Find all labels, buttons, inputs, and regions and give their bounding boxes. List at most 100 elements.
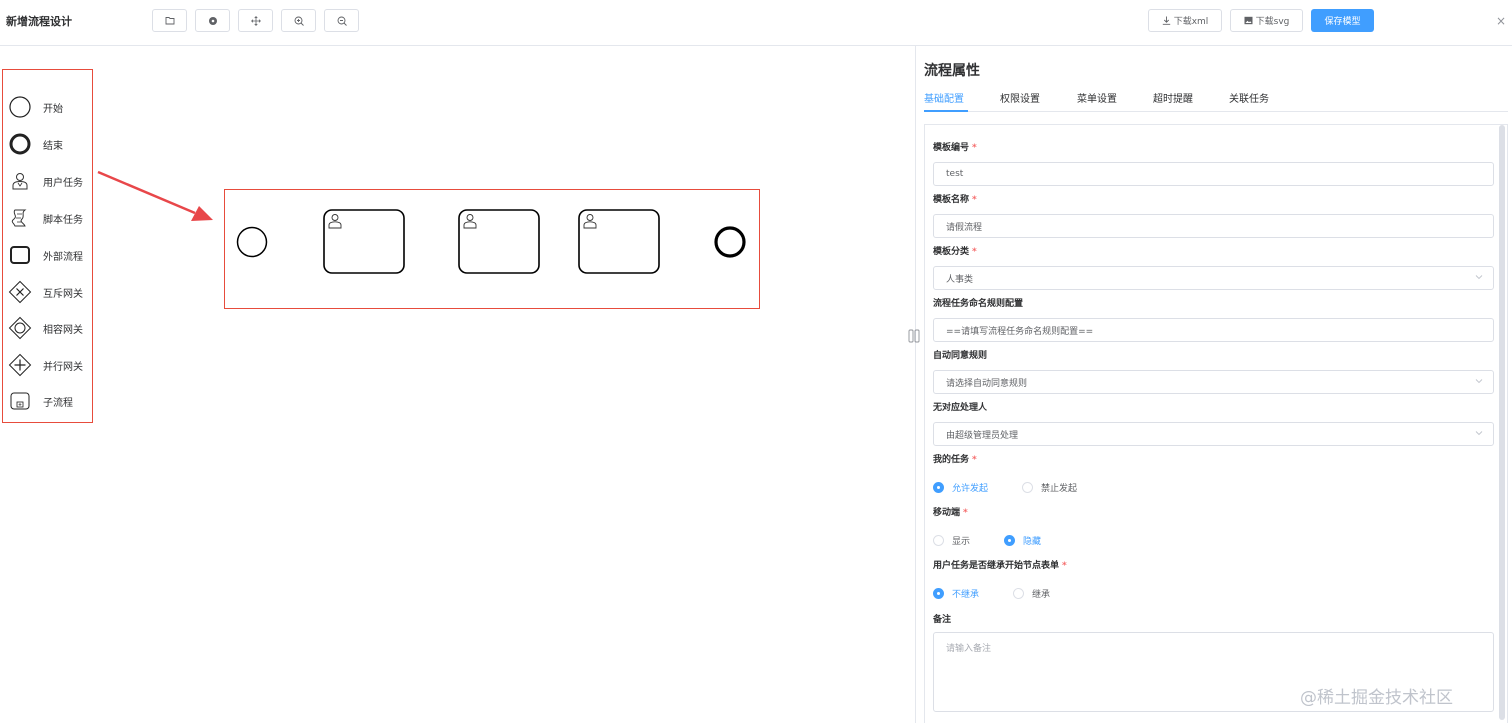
palette-item-label: 结束: [43, 140, 63, 152]
field-label-no-handler: 无对应处理人: [933, 403, 988, 413]
image-icon: [1244, 16, 1253, 25]
tab-basic-config[interactable]: 基础配置: [924, 90, 964, 105]
download-icon: [1162, 16, 1170, 25]
field-label-template-code: 模板编号 *: [933, 143, 977, 153]
field-label-inherit-form: 用户任务是否继承开始节点表单 *: [933, 561, 1067, 571]
subprocess-icon: [7, 388, 33, 414]
field-label-my-task: 我的任务 *: [933, 455, 977, 465]
palette-item-inclusive-gateway[interactable]: 相容网关: [7, 315, 91, 341]
chevron-down-icon: [1475, 431, 1483, 436]
palette-item-external-process[interactable]: 外部流程: [7, 242, 91, 268]
radio-not-inherit[interactable]: 不继承: [933, 587, 979, 600]
inherit-form-radio-group: 不继承 继承: [933, 587, 1084, 600]
radio-allow-launch[interactable]: 允许发起: [933, 481, 988, 494]
mobile-radio-group: 显示 隐藏: [933, 534, 1075, 547]
field-label-naming-rule: 流程任务命名规则配置: [933, 299, 1024, 309]
property-form: 模板编号 * test 模板名称 * 请假流程 模板分类 * 人事类 流程任务命名规则…: [924, 124, 1508, 723]
external-process-icon: [7, 242, 33, 268]
radio-show[interactable]: 显示: [933, 534, 970, 547]
watermark: @稀土掘金技术社区: [1300, 688, 1453, 708]
radio-inherit[interactable]: 继承: [1013, 587, 1050, 600]
open-file-button[interactable]: [152, 9, 187, 32]
chevron-down-icon: [1475, 379, 1483, 384]
radio-dot: [1022, 482, 1034, 493]
exclusive-gateway-icon: [7, 279, 33, 305]
template-category-select[interactable]: 人事类: [933, 266, 1494, 290]
palette-item-label: 并行网关: [43, 361, 83, 373]
field-label-mobile: 移动端 *: [933, 508, 968, 518]
palette-item-end[interactable]: 结束: [7, 131, 91, 157]
palette-item-parallel-gateway[interactable]: 并行网关: [7, 352, 91, 378]
move-icon: [250, 15, 261, 26]
zoom-in-button[interactable]: [281, 9, 316, 32]
radio-forbid-launch[interactable]: 禁止发起: [1022, 481, 1077, 494]
end-event-node: [714, 226, 746, 258]
radio-dot: [933, 588, 944, 599]
zoom-out-button[interactable]: [324, 9, 359, 32]
palette-item-label: 相容网关: [43, 324, 83, 336]
panel-divider: [915, 46, 916, 723]
tab-menu-settings[interactable]: 菜单设置: [1077, 90, 1117, 105]
auto-agree-select[interactable]: 请选择自动同意规则: [933, 370, 1494, 394]
folder-icon: [165, 17, 174, 25]
move-button[interactable]: [238, 9, 273, 32]
record-icon: [208, 16, 217, 25]
palette-item-label: 互斥网关: [43, 288, 83, 300]
zoom-out-icon: [337, 16, 347, 26]
bpmn-diagram: [236, 209, 746, 274]
template-name-input[interactable]: 请假流程: [933, 214, 1494, 238]
chevron-down-icon: [1475, 275, 1483, 280]
palette-item-label: 脚本任务: [43, 214, 83, 226]
parallel-gateway-icon: [7, 352, 33, 378]
no-handler-select[interactable]: 由超级管理员处理: [933, 422, 1494, 446]
palette-item-script-task[interactable]: 脚本任务: [7, 205, 91, 231]
radio-dot: [1004, 535, 1016, 546]
palette-item-label: 外部流程: [43, 251, 83, 263]
user-task-node-2: [458, 209, 540, 274]
start-event-icon: [7, 94, 33, 120]
tab-permissions[interactable]: 权限设置: [1000, 90, 1040, 105]
close-icon[interactable]: ×: [1496, 14, 1506, 28]
highlight-arrow: [97, 170, 213, 221]
property-tabs: 基础配置 权限设置 菜单设置 超时提醒 关联任务: [924, 88, 1508, 112]
radio-dot: [1013, 588, 1025, 599]
end-event-icon: [7, 131, 33, 157]
palette-item-subprocess[interactable]: 子流程: [7, 388, 91, 414]
palette-item-label: 开始: [43, 103, 63, 115]
panel-title: 流程属性: [924, 63, 980, 79]
toolbar: 新增流程设计 下载xml 下载svg 保存模型 ×: [0, 0, 1512, 46]
palette-item-exclusive-gateway[interactable]: 互斥网关: [7, 279, 91, 305]
scrollbar[interactable]: [1499, 125, 1505, 720]
page-title: 新增流程设计: [6, 15, 72, 28]
user-task-node-1: [323, 209, 405, 274]
zoom-in-icon: [294, 16, 304, 26]
radio-dot: [933, 482, 944, 493]
field-label-remark: 备注: [933, 615, 952, 625]
element-palette: 开始 结束 用户任务 脚本任务 外部流程 互斥网关 相容网关 并行网关 子流程: [2, 69, 93, 423]
save-model-button[interactable]: 保存模型: [1311, 9, 1374, 32]
center-button[interactable]: [195, 9, 230, 32]
palette-item-label: 用户任务: [43, 177, 83, 189]
radio-hide[interactable]: 隐藏: [1004, 534, 1041, 547]
download-svg-button[interactable]: 下载svg: [1230, 9, 1303, 32]
my-task-radio-group: 允许发起 禁止发起: [933, 481, 1111, 494]
field-label-template-category: 模板分类 *: [933, 247, 977, 257]
tab-timeout-reminder[interactable]: 超时提醒: [1153, 90, 1193, 105]
palette-item-user-task[interactable]: 用户任务: [7, 168, 91, 194]
palette-item-start[interactable]: 开始: [7, 94, 91, 120]
script-task-icon: [7, 205, 33, 231]
download-xml-label: 下载xml: [1173, 17, 1209, 27]
template-code-input[interactable]: test: [933, 162, 1494, 186]
user-task-node-3: [578, 209, 660, 274]
download-svg-label: 下载svg: [1255, 17, 1290, 27]
field-label-auto-agree: 自动同意规则: [933, 351, 988, 361]
active-tab-indicator: [924, 110, 968, 112]
download-xml-button[interactable]: 下载xml: [1148, 9, 1222, 32]
radio-dot: [933, 535, 944, 546]
diagram-selection[interactable]: [224, 189, 760, 309]
inclusive-gateway-icon: [7, 315, 33, 341]
naming-rule-input[interactable]: ==请填写流程任务命名规则配置==: [933, 318, 1494, 342]
collapse-handle-icon[interactable]: [908, 329, 920, 346]
user-task-icon: [7, 168, 33, 194]
tab-related-tasks[interactable]: 关联任务: [1229, 90, 1269, 105]
